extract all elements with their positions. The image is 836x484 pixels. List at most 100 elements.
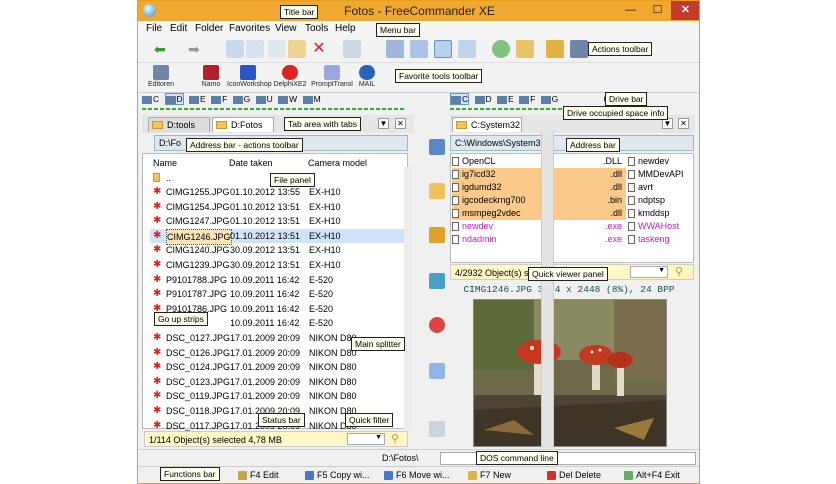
column-camera-model[interactable]: Camera model: [308, 158, 367, 168]
drive-u[interactable]: U: [255, 94, 273, 104]
menu-file[interactable]: File: [146, 23, 162, 34]
menu-favorites[interactable]: Favorites: [229, 23, 270, 34]
list-item[interactable]: avrt: [628, 181, 692, 194]
drive-icon: [519, 95, 530, 104]
table-row[interactable]: ✱ CIMG1246.JPG 01.10.2012 13:51 EX-H10: [150, 228, 404, 245]
tab-csystem32[interactable]: C:System32: [452, 117, 522, 132]
alt-f4-exit-button[interactable]: Alt+F4 Exit: [624, 470, 680, 481]
move-right-icon[interactable]: [429, 317, 445, 333]
view-icon[interactable]: [429, 363, 445, 379]
drive-e[interactable]: E: [189, 94, 206, 104]
list-item[interactable]: WWAHost: [628, 220, 692, 233]
list-item[interactable]: ndadmin .exe: [452, 233, 626, 246]
tab-dfotos[interactable]: D:Fotos: [212, 117, 274, 132]
drive-c[interactable]: C: [450, 93, 470, 105]
table-row[interactable]: ✱ DSC_0124.JPG 17.01.2009 20:09 NIKON D80: [150, 360, 404, 374]
right-quick-filter[interactable]: ▼: [630, 266, 668, 278]
magic-wand-icon[interactable]: [429, 227, 445, 243]
tab-close-button[interactable]: ✕: [678, 118, 689, 129]
drive-m[interactable]: M: [302, 94, 321, 104]
drive-f[interactable]: F: [211, 94, 227, 104]
table-row[interactable]: ✱ P9101788.JPG 10.09.2011 16:42 E-520: [150, 273, 404, 287]
left-scrollbar[interactable]: [404, 167, 412, 429]
drive-g[interactable]: G: [232, 94, 250, 104]
settings-icon[interactable]: [546, 40, 564, 58]
refresh-icon[interactable]: [492, 40, 510, 58]
table-row[interactable]: ✱ CIMG1247.JPG 01.10.2012 13:51 EX-H10: [150, 214, 404, 228]
drive-c[interactable]: C: [142, 94, 159, 104]
main-splitter[interactable]: [414, 115, 424, 447]
table-row[interactable]: ✱ P9101787.JPG 10.09.2011 16:42 E-520: [150, 287, 404, 301]
close-button[interactable]: ✕: [671, 1, 699, 20]
menu-view[interactable]: View: [275, 23, 297, 34]
back-arrow-icon[interactable]: ⬅: [154, 40, 172, 58]
table-row[interactable]: ✱ CIMG1254.JPG 01.10.2012 13:51 EX-H10: [150, 200, 404, 214]
details-view-icon[interactable]: [434, 40, 452, 58]
menu-help[interactable]: Help: [335, 23, 356, 34]
new-file-icon[interactable]: [268, 40, 286, 58]
fav-delphi[interactable]: DelphiXE2: [269, 65, 311, 88]
list-item[interactable]: ig7icd32 .dll: [452, 168, 626, 181]
drive-d[interactable]: D: [164, 93, 184, 105]
f7-new-button[interactable]: F7 New: [468, 470, 511, 481]
drive-g[interactable]: G: [540, 94, 558, 104]
drive-f[interactable]: F: [519, 94, 535, 104]
list-item[interactable]: newdev .exe: [452, 220, 626, 233]
filter-icon[interactable]: ⚲: [391, 432, 399, 445]
menu-tools[interactable]: Tools: [305, 23, 328, 34]
copy-icon[interactable]: [226, 40, 244, 58]
tools-icon[interactable]: [570, 40, 588, 58]
compare-icon[interactable]: [516, 40, 534, 58]
del-delete-button[interactable]: Del Delete: [547, 470, 601, 481]
fav-iconworkshop[interactable]: IconWorkshop: [227, 65, 272, 88]
menu-edit[interactable]: Edit: [170, 23, 187, 34]
go-up-strip-right[interactable]: [541, 131, 554, 448]
table-row[interactable]: ✱ CIMG1255.JPG 01.10.2012 13:55 EX-H10: [150, 185, 404, 199]
move-left-icon[interactable]: [429, 273, 445, 289]
drive-e[interactable]: E: [497, 94, 514, 104]
column-date-taken[interactable]: Date taken: [229, 158, 273, 168]
list-item[interactable]: igdumd32 .dll: [452, 181, 626, 194]
minimize-button[interactable]: —: [617, 1, 644, 20]
table-row[interactable]: ✱ DSC_0123.JPG 17.01.2009 20:09 NIKON D80: [150, 375, 404, 389]
maximize-button[interactable]: ☐: [644, 1, 671, 20]
table-row[interactable]: ✱ CIMG1240.JPG 30.09.2012 13:51 EX-H10: [150, 243, 404, 257]
left-quick-filter[interactable]: ▼: [347, 433, 385, 445]
list-item[interactable]: ndptsp: [628, 194, 692, 207]
list-item[interactable]: msmpeg2vdec .dll: [452, 207, 626, 220]
folder-icon[interactable]: [429, 183, 445, 199]
fav-mail[interactable]: MAIL: [346, 65, 388, 88]
delete-icon[interactable]: ✕: [310, 40, 328, 58]
new-folder-icon[interactable]: [288, 40, 306, 58]
fav-editoren[interactable]: Editoren: [140, 65, 182, 88]
menu-folder[interactable]: Folder: [195, 23, 223, 34]
tab-menu-button[interactable]: ▼: [378, 118, 389, 129]
f5-copy-button[interactable]: F5 Copy wi...: [305, 470, 370, 481]
title-bar[interactable]: Fotos - FreeCommander XE — ☐ ✕: [138, 1, 699, 21]
list-item[interactable]: taskeng: [628, 233, 692, 246]
f6-move-button[interactable]: F6 Move wi...: [384, 470, 450, 481]
move-icon[interactable]: [246, 40, 264, 58]
drive-w[interactable]: W: [278, 94, 297, 104]
tab-dtools[interactable]: D:tools: [148, 117, 210, 132]
copy-icon[interactable]: [429, 139, 445, 155]
column-name[interactable]: Name: [153, 158, 177, 168]
drive-d[interactable]: D: [474, 94, 492, 104]
tab-close-button[interactable]: ✕: [395, 118, 406, 129]
tree-view-icon[interactable]: [386, 40, 404, 58]
table-row[interactable]: ✱ CIMG1239.JPG 30.09.2012 13:51 EX-H10: [150, 258, 404, 272]
f4-edit-button[interactable]: F4 Edit: [238, 470, 279, 481]
thumbnails-view-icon[interactable]: [458, 40, 476, 58]
list-item[interactable]: newdev: [628, 155, 692, 168]
list-item[interactable]: igcodeckrng700 .bin: [452, 194, 626, 207]
list-item[interactable]: MMDevAPI: [628, 168, 692, 181]
table-row[interactable]: ✱ DSC_0119.JPG 17.01.2009 20:09 NIKON D80: [150, 389, 404, 403]
trash-icon[interactable]: [429, 421, 445, 437]
forward-arrow-icon[interactable]: ➡: [188, 40, 206, 58]
fav-namo[interactable]: Namo: [190, 65, 232, 88]
list-item[interactable]: kmddsp: [628, 207, 692, 220]
filter-icon[interactable]: ⚲: [675, 265, 683, 278]
properties-icon[interactable]: [343, 40, 361, 58]
list-view-icon[interactable]: [410, 40, 428, 58]
list-item[interactable]: OpenCL .DLL: [452, 155, 626, 168]
